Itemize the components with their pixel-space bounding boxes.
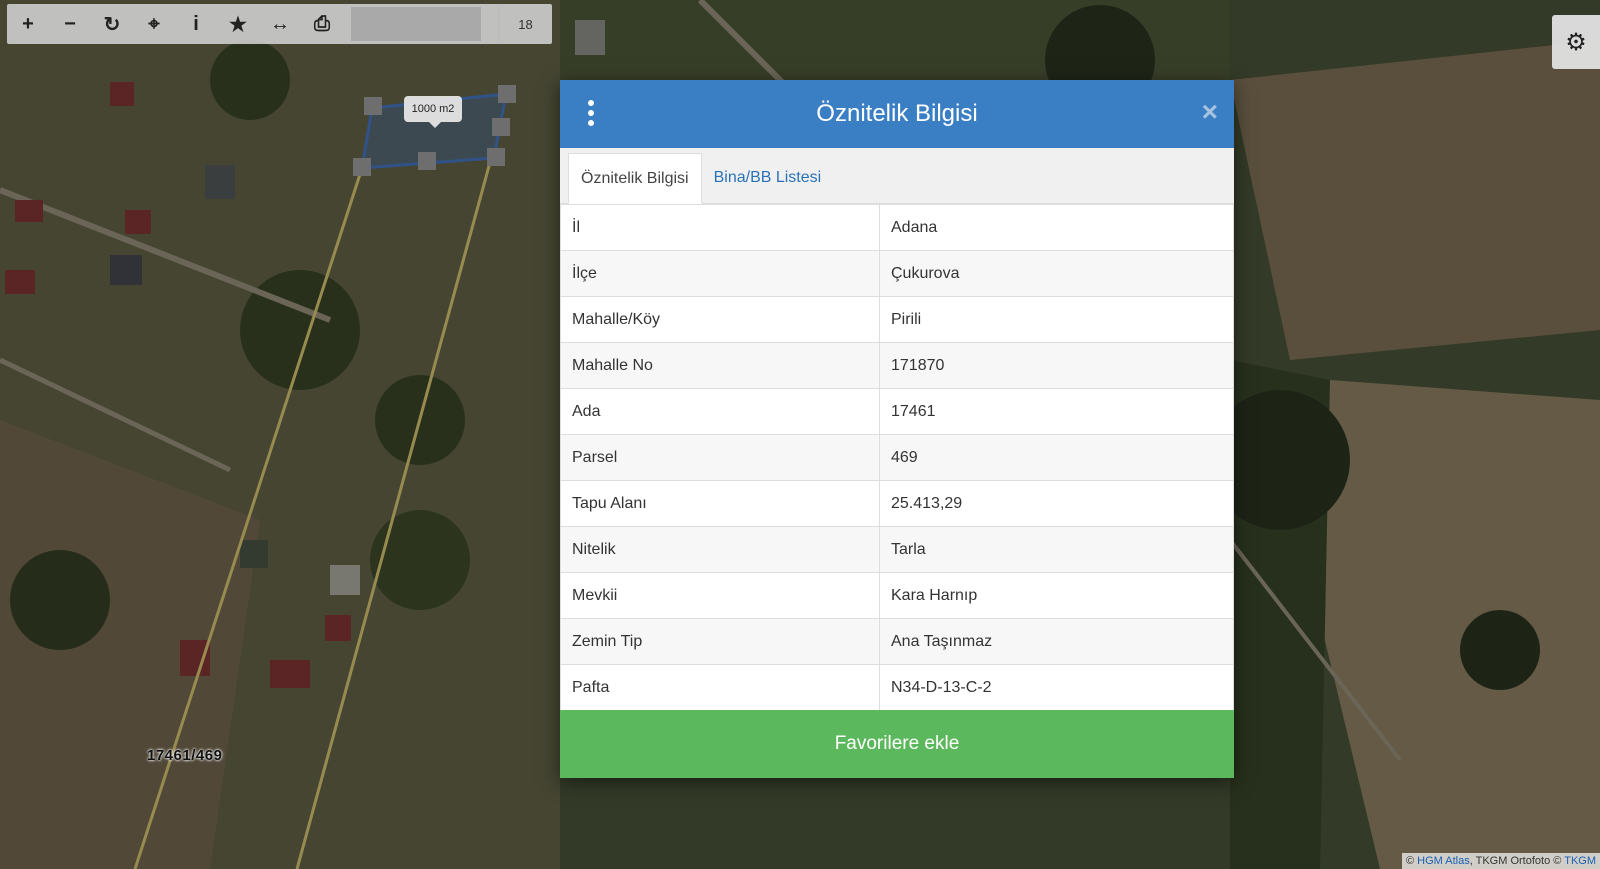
attribution-prefix: ©: [1405, 855, 1418, 867]
attribute-key: Ada: [560, 388, 880, 435]
attribute-key: Zemin Tip: [560, 618, 880, 665]
attribute-value: Ana Taşınmaz: [879, 618, 1234, 665]
table-row: Tapu Alanı 25.413,29: [560, 480, 1234, 527]
attribute-value: Pirili: [879, 296, 1234, 343]
locate-icon: ⌖: [148, 12, 160, 35]
attribute-key: İl: [560, 204, 880, 251]
modal-title: Öznitelik Bilgisi: [816, 100, 978, 127]
area-measure-tag: 1000 m2: [404, 96, 462, 128]
zoom-level-display: 18: [498, 4, 552, 44]
print-button[interactable]: ⎙: [301, 4, 343, 44]
attribute-key: Pafta: [560, 664, 880, 711]
zoom-out-button[interactable]: −: [49, 4, 91, 44]
attribute-key: Parsel: [560, 434, 880, 481]
more-options-icon[interactable]: [588, 100, 596, 126]
attribute-value: Adana: [879, 204, 1234, 251]
attribute-value: N34-D-13-C-2: [879, 664, 1234, 711]
attribute-key: Nitelik: [560, 526, 880, 573]
favorites-button[interactable]: ★: [217, 4, 259, 44]
table-row: Zemin Tip Ana Taşınmaz: [560, 618, 1234, 665]
tab-building-list[interactable]: Bina/BB Listesi: [702, 152, 834, 203]
info-button[interactable]: i: [175, 4, 217, 44]
measure-icon: ↔: [270, 12, 290, 35]
table-row: Parsel 469: [560, 434, 1234, 481]
locate-button[interactable]: ⌖: [133, 4, 175, 44]
attribution-link-tkgm[interactable]: TKGM: [1564, 855, 1596, 867]
attribute-value: Tarla: [879, 526, 1234, 573]
map-attribution: © HGM Atlas, TKGM Ortofoto © TKGM: [1401, 853, 1600, 869]
table-row: Ada 17461: [560, 388, 1234, 435]
star-icon: ★: [229, 13, 247, 36]
print-icon: ⎙: [314, 12, 330, 35]
add-to-favorites-button[interactable]: Favorilere ekle: [560, 710, 1234, 778]
table-row: Pafta N34-D-13-C-2: [560, 664, 1234, 711]
parcel-label: 17461/469: [147, 747, 223, 764]
table-row: Nitelik Tarla: [560, 526, 1234, 573]
attribute-value: Kara Harnıp: [879, 572, 1234, 619]
close-icon[interactable]: ×: [1202, 98, 1218, 126]
attribute-value: 25.413,29: [879, 480, 1234, 527]
attribute-value: 171870: [879, 342, 1234, 389]
settings-button[interactable]: ⚙: [1552, 15, 1600, 69]
attribute-value: 469: [879, 434, 1234, 481]
attribute-value: Çukurova: [879, 250, 1234, 297]
refresh-icon: ↻: [103, 13, 121, 36]
attribute-key: Mahalle No: [560, 342, 880, 389]
table-row: İlçe Çukurova: [560, 250, 1234, 297]
zoom-in-icon: +: [22, 12, 34, 35]
table-row: Mahalle No 171870: [560, 342, 1234, 389]
table-row: İl Adana: [560, 204, 1234, 251]
search-input[interactable]: [351, 7, 481, 41]
refresh-button[interactable]: ↻: [91, 4, 133, 44]
attribute-key: Mahalle/Köy: [560, 296, 880, 343]
attribute-table: İl Adana İlçe Çukurova Mahalle/Köy Pirili Maha…: [560, 204, 1234, 711]
modal-header: Öznitelik Bilgisi ×: [560, 80, 1234, 148]
attribution-middle: , TKGM Ortofoto ©: [1469, 855, 1565, 867]
zoom-in-button[interactable]: +: [7, 4, 49, 44]
attribute-key: Mevkii: [560, 572, 880, 619]
tab-attribute-info[interactable]: Öznitelik Bilgisi: [568, 153, 702, 204]
attribution-link-hgm[interactable]: HGM Atlas: [1417, 855, 1470, 867]
modal-tabs: Öznitelik Bilgisi Bina/BB Listesi: [560, 148, 1234, 204]
table-row: Mevkii Kara Harnıp: [560, 572, 1234, 619]
zoom-out-icon: −: [64, 12, 76, 35]
attribute-value: 17461: [879, 388, 1234, 435]
attribute-info-modal: Öznitelik Bilgisi × Öznitelik Bilgisi Bi…: [560, 80, 1234, 778]
gear-icon: ⚙: [1565, 28, 1587, 56]
attribute-key: Tapu Alanı: [560, 480, 880, 527]
measure-button[interactable]: ↔: [259, 4, 301, 44]
map-toolbar: + − ↻ ⌖ i ★ ↔ ⎙ 18: [7, 4, 552, 44]
attribute-key: İlçe: [560, 250, 880, 297]
info-icon: i: [193, 12, 199, 35]
table-row: Mahalle/Köy Pirili: [560, 296, 1234, 343]
